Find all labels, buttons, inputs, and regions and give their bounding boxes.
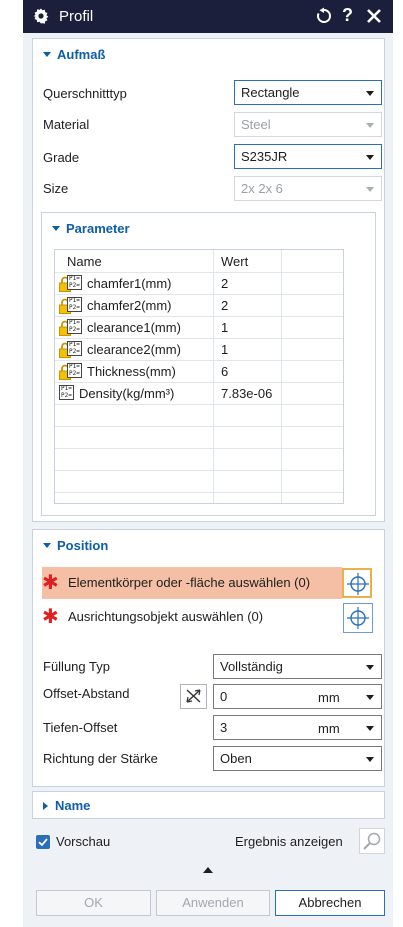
chevron-down-icon xyxy=(366,695,374,700)
profil-dialog: Profil ? Aufmaß Querschnitttyp Rectangle… xyxy=(23,0,393,927)
chevron-down-icon xyxy=(366,665,374,670)
chevron-down-icon xyxy=(366,757,374,762)
chevron-down-icon xyxy=(366,187,374,192)
material-select[interactable]: Steel xyxy=(234,112,382,137)
help-icon[interactable]: ? xyxy=(342,5,353,26)
depth-offset-label: Tiefen-Offset xyxy=(43,720,118,735)
preview-checkbox[interactable] xyxy=(36,835,50,849)
offset-input[interactable]: 0 mm xyxy=(213,684,382,709)
querschnitt-value: Rectangle xyxy=(241,85,300,100)
expand-icon xyxy=(52,226,60,232)
param-value[interactable]: 1 xyxy=(221,320,228,342)
grade-label: Grade xyxy=(43,150,80,165)
crosshair-icon[interactable] xyxy=(343,603,373,633)
expand-icon xyxy=(43,543,51,549)
chevron-down-icon xyxy=(366,91,374,96)
depth-value: 3 xyxy=(220,720,228,735)
fill-type-select[interactable]: Vollständig xyxy=(213,654,382,679)
param-value[interactable]: 6 xyxy=(221,364,228,386)
param-value[interactable]: 1 xyxy=(221,342,228,364)
parameter-header[interactable]: Parameter xyxy=(52,221,130,236)
querschnitt-label: Querschnitttyp xyxy=(43,86,127,101)
formula-icon: P1= P2= xyxy=(59,385,74,400)
close-icon[interactable] xyxy=(366,8,382,24)
material-value: Steel xyxy=(241,117,271,132)
name-group[interactable]: Name xyxy=(32,791,385,819)
select-orientation-row[interactable]: ✱ Ausrichtungsobjekt auswählen (0) xyxy=(42,601,342,633)
thickness-direction-select[interactable]: Oben xyxy=(213,746,382,771)
aufmass-title: Aufmaß xyxy=(57,47,106,62)
grade-select[interactable]: S235JR xyxy=(234,144,382,169)
param-value[interactable]: 7.83e-06 xyxy=(221,386,272,408)
result-label: Ergebnis anzeigen xyxy=(235,834,343,849)
fill-type-label: Füllung Typ xyxy=(43,659,110,674)
offset-unit: mm xyxy=(318,690,340,705)
size-label: Size xyxy=(43,181,69,196)
column-header-name[interactable]: Name xyxy=(67,254,102,274)
column-header-value[interactable]: Wert xyxy=(221,254,248,274)
dialog-title: Profil xyxy=(59,8,94,25)
depth-offset-input[interactable]: 3 mm xyxy=(213,715,382,740)
expand-icon xyxy=(43,801,48,810)
param-value[interactable]: 2 xyxy=(221,298,228,320)
formula-icon: P1= P2= xyxy=(67,319,82,334)
param-name: clearance2(mm) xyxy=(87,342,181,357)
title-bar: Profil ? xyxy=(23,0,393,33)
aufmass-header[interactable]: Aufmaß xyxy=(43,47,105,62)
reset-icon[interactable] xyxy=(315,7,333,25)
reverse-direction-icon[interactable] xyxy=(180,684,207,709)
chevron-down-icon xyxy=(366,726,374,731)
parameter-title: Parameter xyxy=(66,221,130,236)
select-body-label: Elementkörper oder -fläche auswählen (0) xyxy=(68,575,311,590)
select-orientation-label: Ausrichtungsobjekt auswählen (0) xyxy=(68,609,264,624)
param-name: Density(kg/mm³) xyxy=(79,386,175,401)
position-header[interactable]: Position xyxy=(43,538,108,553)
depth-unit: mm xyxy=(318,721,340,736)
formula-icon: P1= P2= xyxy=(67,363,82,378)
select-body-row[interactable]: ✱ Elementkörper oder -fläche auswählen (… xyxy=(42,567,342,599)
crosshair-icon[interactable] xyxy=(342,568,372,598)
gear-icon[interactable] xyxy=(33,8,49,24)
querschnitt-select[interactable]: Rectangle xyxy=(234,80,382,105)
expand-icon xyxy=(43,52,51,58)
position-group: Position ✱ Elementkörper oder -fläche au… xyxy=(32,529,385,787)
param-value[interactable]: 2 xyxy=(221,276,228,298)
size-select[interactable]: 2x 2x 6 xyxy=(234,176,382,201)
param-name: chamfer2(mm) xyxy=(87,298,172,313)
fill-type-value: Vollständig xyxy=(220,659,283,674)
apply-button[interactable]: Anwenden xyxy=(156,890,270,916)
grade-value: S235JR xyxy=(241,149,288,164)
chevron-down-icon xyxy=(366,123,374,128)
ok-button[interactable]: OK xyxy=(36,890,151,916)
parameter-table: Name Wert P1= P2= chamfer1(mm) 2 P1= P2=… xyxy=(54,249,344,504)
name-title: Name xyxy=(55,798,91,813)
formula-icon: P1= P2= xyxy=(67,297,82,312)
thickness-direction-value: Oben xyxy=(220,751,252,766)
preview-label: Vorschau xyxy=(56,834,111,849)
offset-label: Offset-Abstand xyxy=(43,686,130,701)
name-header[interactable]: Name xyxy=(43,798,90,813)
cancel-button[interactable]: Abbrechen xyxy=(275,890,385,916)
offset-value: 0 xyxy=(220,689,228,704)
material-label: Material xyxy=(43,117,90,132)
param-name: Thickness(mm) xyxy=(87,364,176,379)
param-name: chamfer1(mm) xyxy=(87,276,172,291)
collapse-icon[interactable] xyxy=(203,867,213,873)
param-name: clearance1(mm) xyxy=(87,320,181,335)
required-icon: ✱ xyxy=(42,572,59,594)
required-icon: ✱ xyxy=(42,606,59,628)
position-title: Position xyxy=(57,538,109,553)
aufmass-group: Aufmaß Querschnitttyp Rectangle Material… xyxy=(32,38,385,522)
chevron-down-icon xyxy=(366,155,374,160)
magnifier-icon[interactable] xyxy=(359,828,385,854)
formula-icon: P1= P2= xyxy=(67,341,82,356)
size-value: 2x 2x 6 xyxy=(241,181,283,196)
formula-icon: P1= P2= xyxy=(67,275,82,290)
thickness-direction-label: Richtung der Stärke xyxy=(43,751,158,766)
